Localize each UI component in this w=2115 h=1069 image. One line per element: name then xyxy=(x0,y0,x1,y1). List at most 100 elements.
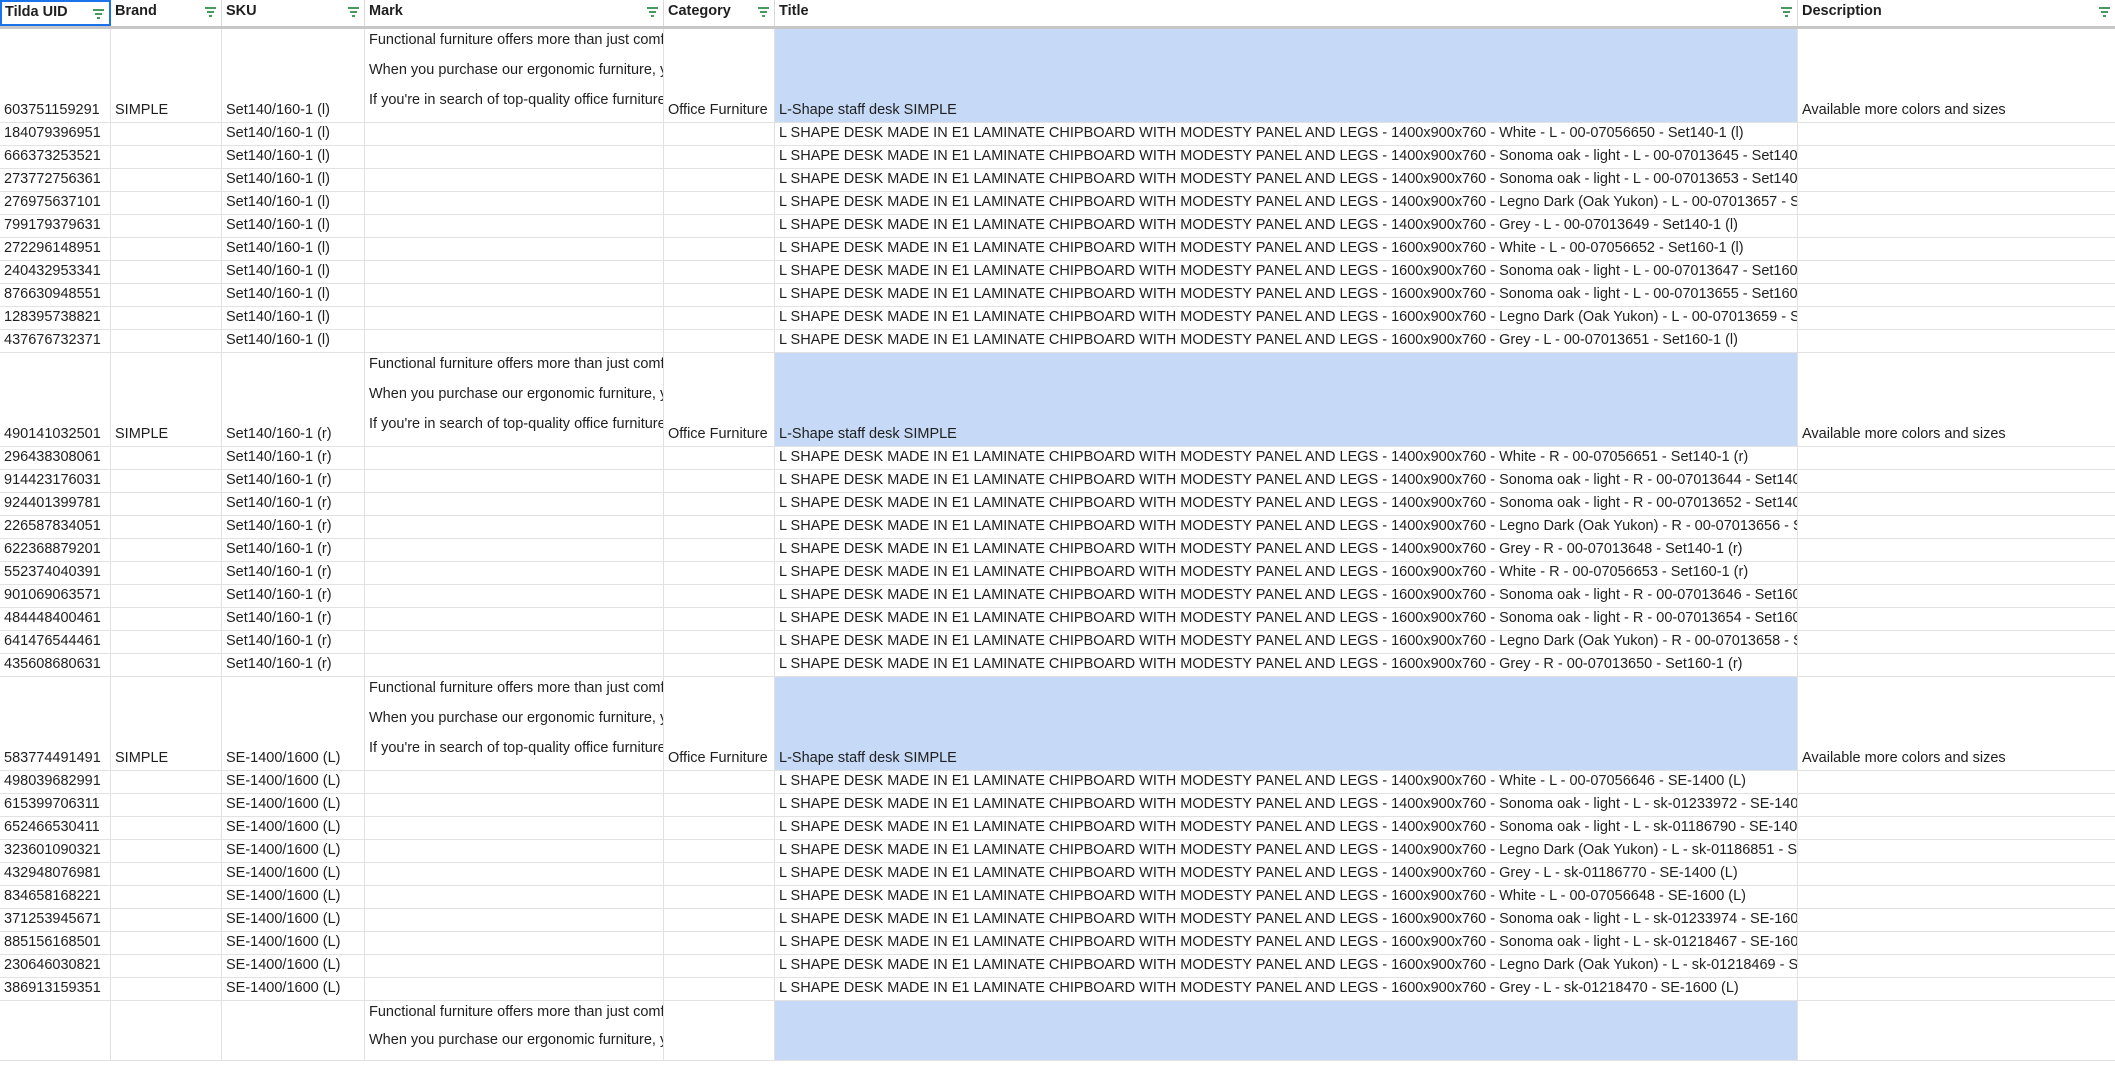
cell-tilda-uid[interactable]: 240432953341 xyxy=(0,261,111,283)
filter-icon[interactable] xyxy=(2098,6,2112,18)
cell-category[interactable] xyxy=(664,123,775,145)
filter-icon[interactable] xyxy=(92,8,106,20)
cell-category[interactable] xyxy=(664,284,775,306)
cell-tilda-uid[interactable]: 498039682991 xyxy=(0,771,111,793)
cell-tilda-uid[interactable]: 226587834051 xyxy=(0,516,111,538)
cell-tilda-uid[interactable]: 885156168501 xyxy=(0,932,111,954)
cell-sku[interactable]: SE-1400/1600 (L) xyxy=(222,955,365,977)
cell-description[interactable] xyxy=(1798,539,2115,561)
cell-brand[interactable] xyxy=(111,794,222,816)
cell-title[interactable]: L SHAPE DESK MADE IN E1 LAMINATE CHIPBOA… xyxy=(775,215,1798,237)
cell-brand[interactable] xyxy=(111,631,222,653)
cell-mark[interactable] xyxy=(365,470,664,492)
cell-sku[interactable]: Set140/160-1 (r) xyxy=(222,585,365,607)
cell-mark[interactable] xyxy=(365,493,664,515)
cell-category[interactable] xyxy=(664,978,775,1000)
cell-mark[interactable] xyxy=(365,771,664,793)
cell-sku[interactable]: Set140/160-1 (l) xyxy=(222,123,365,145)
cell-brand[interactable] xyxy=(111,238,222,260)
cell-title[interactable]: L SHAPE DESK MADE IN E1 LAMINATE CHIPBOA… xyxy=(775,654,1798,676)
cell-title[interactable]: L SHAPE DESK MADE IN E1 LAMINATE CHIPBOA… xyxy=(775,562,1798,584)
cell-brand[interactable]: SIMPLE xyxy=(111,353,222,446)
cell-title[interactable]: L SHAPE DESK MADE IN E1 LAMINATE CHIPBOA… xyxy=(775,608,1798,630)
cell-category[interactable] xyxy=(664,215,775,237)
cell-category[interactable] xyxy=(664,307,775,329)
cell-title[interactable]: L SHAPE DESK MADE IN E1 LAMINATE CHIPBOA… xyxy=(775,932,1798,954)
cell-title[interactable]: L SHAPE DESK MADE IN E1 LAMINATE CHIPBOA… xyxy=(775,447,1798,469)
cell-description[interactable] xyxy=(1798,192,2115,214)
cell-tilda-uid[interactable]: 273772756361 xyxy=(0,169,111,191)
cell-category[interactable] xyxy=(664,447,775,469)
cell-mark[interactable] xyxy=(365,284,664,306)
cell-category[interactable] xyxy=(664,608,775,630)
cell-sku[interactable]: SE-1400/1600 (L) xyxy=(222,978,365,1000)
cell-brand[interactable] xyxy=(111,470,222,492)
filter-icon[interactable] xyxy=(347,6,361,18)
cell-category[interactable] xyxy=(664,585,775,607)
cell-sku[interactable]: Set140/160-1 (r) xyxy=(222,516,365,538)
cell-sku[interactable]: Set140/160-1 (l) xyxy=(222,238,365,260)
cell-sku[interactable]: Set140/160-1 (l) xyxy=(222,307,365,329)
cell-brand[interactable] xyxy=(111,307,222,329)
cell-category[interactable] xyxy=(664,493,775,515)
cell-tilda-uid[interactable]: 603751159291 xyxy=(0,29,111,122)
cell-mark[interactable] xyxy=(365,608,664,630)
cell-category[interactable] xyxy=(664,539,775,561)
cell-title[interactable]: L SHAPE DESK MADE IN E1 LAMINATE CHIPBOA… xyxy=(775,261,1798,283)
cell-category[interactable]: Office Furniture xyxy=(664,677,775,770)
cell-sku[interactable]: SE-1400/1600 (L) xyxy=(222,840,365,862)
cell-category[interactable] xyxy=(664,840,775,862)
cell-title[interactable]: L SHAPE DESK MADE IN E1 LAMINATE CHIPBOA… xyxy=(775,493,1798,515)
cell-tilda-uid[interactable]: 490141032501 xyxy=(0,353,111,446)
cell-title[interactable]: L SHAPE DESK MADE IN E1 LAMINATE CHIPBOA… xyxy=(775,771,1798,793)
column-header-title[interactable]: Title xyxy=(775,0,1798,26)
cell-title[interactable]: L SHAPE DESK MADE IN E1 LAMINATE CHIPBOA… xyxy=(775,863,1798,885)
cell-category[interactable] xyxy=(664,771,775,793)
cell-sku[interactable]: Set140/160-1 (r) xyxy=(222,493,365,515)
cell-description[interactable] xyxy=(1798,932,2115,954)
cell-sku[interactable]: Set140/160-1 (l) xyxy=(222,284,365,306)
cell-category[interactable] xyxy=(664,955,775,977)
cell-description[interactable] xyxy=(1798,886,2115,908)
cell-brand[interactable] xyxy=(111,817,222,839)
cell-title[interactable]: L SHAPE DESK MADE IN E1 LAMINATE CHIPBOA… xyxy=(775,840,1798,862)
cell-tilda-uid[interactable]: 371253945671 xyxy=(0,909,111,931)
cell-category[interactable] xyxy=(664,192,775,214)
cell-mark[interactable]: Functional furniture offers more than ju… xyxy=(365,29,664,122)
cell-sku[interactable]: Set140/160-1 (r) xyxy=(222,654,365,676)
cell-sku[interactable]: SE-1400/1600 (L) xyxy=(222,863,365,885)
cell-brand[interactable] xyxy=(111,284,222,306)
cell-description[interactable] xyxy=(1798,146,2115,168)
cell-sku[interactable]: Set140/160-1 (r) xyxy=(222,470,365,492)
cell-sku[interactable]: SE-1400/1600 (L) xyxy=(222,794,365,816)
cell-category[interactable] xyxy=(664,631,775,653)
cell-category[interactable] xyxy=(664,562,775,584)
cell-title[interactable]: L SHAPE DESK MADE IN E1 LAMINATE CHIPBOA… xyxy=(775,192,1798,214)
cell-description[interactable] xyxy=(1798,1001,2115,1060)
cell-sku[interactable]: Set140/160-1 (l) xyxy=(222,330,365,352)
cell-mark[interactable] xyxy=(365,516,664,538)
cell-brand[interactable] xyxy=(111,169,222,191)
cell-title[interactable]: L SHAPE DESK MADE IN E1 LAMINATE CHIPBOA… xyxy=(775,794,1798,816)
cell-mark[interactable] xyxy=(365,146,664,168)
cell-description[interactable]: Available more colors and sizes xyxy=(1798,29,2115,122)
cell-tilda-uid[interactable]: 666373253521 xyxy=(0,146,111,168)
column-header-category[interactable]: Category xyxy=(664,0,775,26)
cell-mark[interactable] xyxy=(365,447,664,469)
cell-tilda-uid[interactable]: 914423176031 xyxy=(0,470,111,492)
cell-brand[interactable] xyxy=(111,330,222,352)
cell-tilda-uid[interactable]: 876630948551 xyxy=(0,284,111,306)
cell-tilda-uid[interactable]: 432948076981 xyxy=(0,863,111,885)
cell-tilda-uid[interactable]: 924401399781 xyxy=(0,493,111,515)
cell-description[interactable] xyxy=(1798,771,2115,793)
cell-brand[interactable] xyxy=(111,978,222,1000)
cell-mark[interactable] xyxy=(365,863,664,885)
cell-description[interactable] xyxy=(1798,631,2115,653)
cell-mark[interactable] xyxy=(365,238,664,260)
cell-category[interactable] xyxy=(664,886,775,908)
cell-mark[interactable] xyxy=(365,307,664,329)
cell-brand[interactable] xyxy=(111,192,222,214)
cell-brand[interactable] xyxy=(111,215,222,237)
cell-title[interactable]: L SHAPE DESK MADE IN E1 LAMINATE CHIPBOA… xyxy=(775,146,1798,168)
cell-brand[interactable] xyxy=(111,863,222,885)
